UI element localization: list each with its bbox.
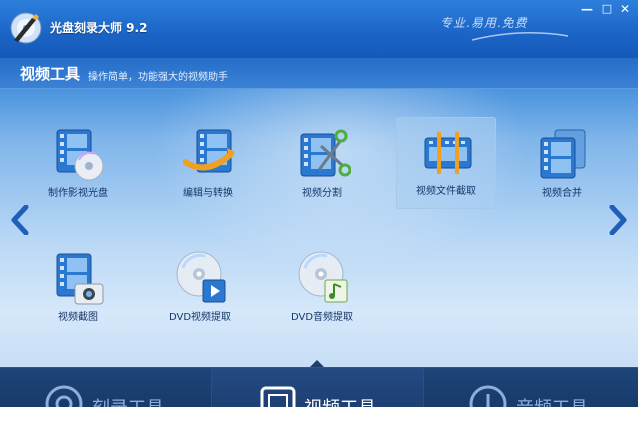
minimize-button[interactable]: — bbox=[576, 0, 598, 18]
tool-label: 视频合并 bbox=[542, 188, 582, 199]
tool-label: 视频截图 bbox=[58, 312, 98, 323]
tool-label: 编辑与转换 bbox=[183, 188, 233, 199]
title-bar[interactable]: 光盘刻录大师 9.2 专业.易用.免费 — □ ✕ bbox=[0, 0, 638, 58]
film-convert-icon bbox=[183, 129, 235, 173]
app-title: 光盘刻录大师 9.2 bbox=[50, 21, 148, 35]
window-bottom-edge bbox=[0, 407, 638, 423]
slogan-swoosh-icon bbox=[471, 32, 569, 41]
tool-label: 制作影视光盘 bbox=[48, 188, 108, 199]
section-title: 视频工具 bbox=[20, 65, 81, 83]
tool-edit-convert[interactable]: 编辑与转换 bbox=[158, 119, 258, 211]
section-header: 视频工具 操作简单，功能强大的视频助手 bbox=[0, 58, 638, 89]
tool-video-screenshot[interactable]: 视频截图 bbox=[28, 243, 128, 335]
tool-dvd-audio-extract[interactable]: DVD音频提取 bbox=[272, 243, 372, 335]
app-slogan: 专业.易用.免费 bbox=[440, 16, 528, 30]
film-camera-icon bbox=[56, 253, 104, 305]
chevron-left-icon[interactable] bbox=[10, 205, 30, 235]
dvd-video-icon bbox=[176, 251, 226, 303]
tool-video-merge[interactable]: 视频合并 bbox=[512, 119, 612, 211]
tool-dvd-video-extract[interactable]: DVD视频提取 bbox=[150, 243, 250, 335]
app-window: 光盘刻录大师 9.2 专业.易用.免费 — □ ✕ 视频工具 操作简单，功能强大… bbox=[0, 0, 638, 423]
tool-label: 视频文件截取 bbox=[416, 186, 476, 197]
tool-label: 视频分割 bbox=[302, 188, 342, 199]
tool-video-trim[interactable]: 视频文件截取 bbox=[396, 117, 496, 209]
tool-label: DVD音频提取 bbox=[290, 312, 354, 323]
tool-make-video-disc[interactable]: 制作影视光盘 bbox=[28, 119, 128, 211]
section-subtitle: 操作简单，功能强大的视频助手 bbox=[88, 72, 228, 83]
tool-label: DVD视频提取 bbox=[168, 312, 232, 323]
dvd-audio-icon bbox=[298, 251, 348, 303]
close-button[interactable]: ✕ bbox=[614, 0, 636, 18]
film-merge-icon bbox=[540, 129, 586, 179]
film-trim-icon bbox=[424, 132, 472, 174]
app-logo-icon bbox=[10, 12, 42, 44]
active-tab-indicator bbox=[309, 360, 325, 367]
tool-panel: 制作影视光盘 编辑与转换 视频分割 视频文件截取 视频合并 视频截图 DVD视频… bbox=[0, 89, 638, 367]
tool-video-split[interactable]: 视频分割 bbox=[272, 119, 372, 211]
film-scissors-icon bbox=[300, 129, 351, 177]
film-disc-icon bbox=[56, 129, 104, 181]
